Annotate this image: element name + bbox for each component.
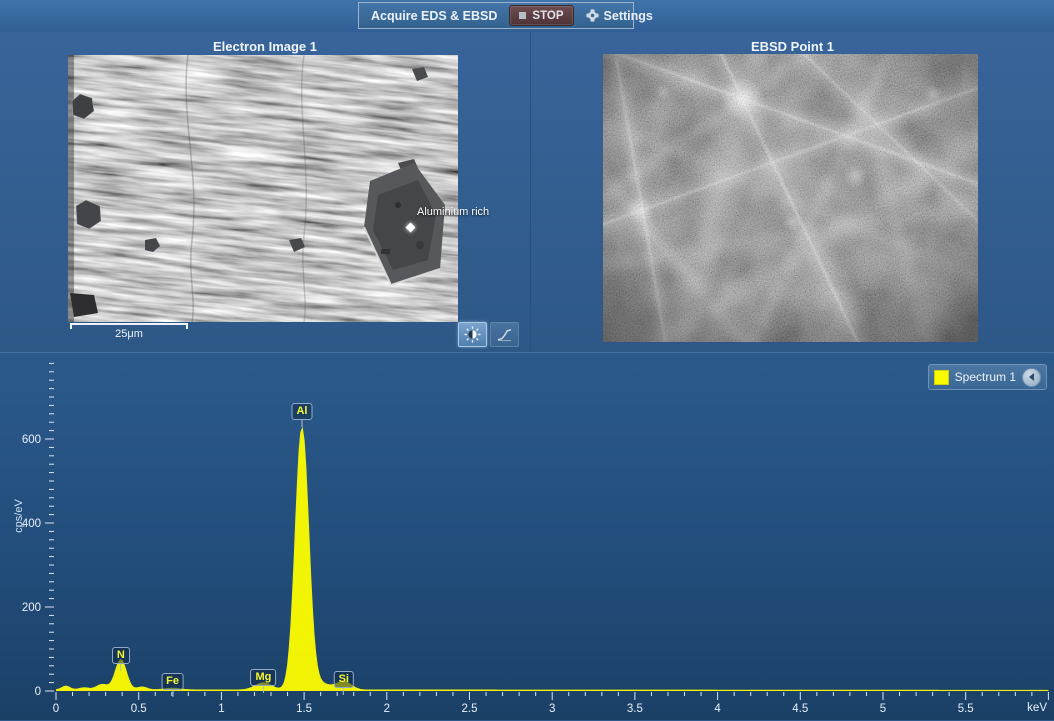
svg-text:2.5: 2.5: [462, 703, 478, 715]
legend-swatch: [934, 370, 949, 385]
ebsd-panel: EBSD Point 1: [531, 32, 1054, 352]
x-axis-tick-labels: 0 0.5 1 1.5 2 2.5 3 3.5 4 4.5 5 5.5: [53, 703, 974, 715]
element-label-tail: [172, 690, 173, 697]
svg-text:1: 1: [218, 703, 224, 715]
element-symbol: Al: [291, 403, 312, 420]
svg-text:600: 600: [22, 434, 41, 446]
element-label-Fe: Fe: [161, 673, 184, 697]
ebsd-pattern-image: [603, 54, 978, 342]
spectrum-trace: [56, 429, 1048, 691]
histogram-curve-icon: [496, 327, 513, 342]
element-symbol: Fe: [161, 673, 184, 690]
brightness-contrast-button[interactable]: [458, 322, 487, 347]
svg-text:4: 4: [714, 703, 721, 715]
gear-icon: [586, 9, 599, 22]
svg-text:200: 200: [22, 602, 41, 614]
element-label-tail: [343, 688, 344, 695]
kikuchi-pattern: [603, 54, 978, 342]
x-axis-unit-label: keV: [1027, 702, 1047, 714]
y-axis-title: cps/eV: [13, 496, 25, 536]
svg-text:2: 2: [384, 703, 390, 715]
brightness-contrast-icon: [464, 326, 481, 343]
svg-text:3.5: 3.5: [627, 703, 643, 715]
svg-text:0: 0: [35, 686, 41, 698]
electron-image-title: Electron Image 1: [0, 39, 530, 54]
element-label-tail: [301, 420, 302, 427]
element-label-tail: [263, 686, 264, 693]
element-label-tail: [120, 664, 121, 671]
histogram-curve-button[interactable]: [490, 322, 519, 347]
element-label-Mg: Mg: [250, 669, 276, 693]
settings-button[interactable]: Settings: [586, 9, 653, 23]
element-label-Si: Si: [334, 671, 354, 695]
svg-text:4.5: 4.5: [792, 703, 808, 715]
ebsd-title: EBSD Point 1: [531, 39, 1054, 54]
spectrum-plot[interactable]: 00.511.522.533.544.555.50200400600: [0, 353, 1054, 721]
y-axis-ticks: [45, 363, 54, 691]
element-symbol: Mg: [250, 669, 276, 686]
svg-text:5: 5: [880, 703, 886, 715]
acquire-eds-ebsd-button[interactable]: Acquire EDS & EBSD: [371, 9, 497, 23]
annotation-label: Aluminium rich: [417, 206, 489, 218]
electron-image-panel: Electron Image 1: [0, 32, 531, 352]
element-symbol: N: [112, 647, 130, 664]
stop-button[interactable]: STOP: [509, 5, 573, 26]
element-symbol: Si: [334, 671, 354, 688]
image-panels-row: Electron Image 1: [0, 32, 1054, 353]
element-label-N: N: [112, 647, 130, 671]
element-label-Al: Al: [291, 403, 312, 427]
legend-collapse-button[interactable]: [1022, 368, 1041, 387]
legend-label: Spectrum 1: [955, 370, 1016, 384]
stop-square-icon: [519, 12, 526, 19]
image-tools: [458, 322, 519, 347]
acquisition-toolbar-group: Acquire EDS & EBSD STOP Settings: [358, 2, 634, 29]
settings-button-label: Settings: [604, 9, 653, 23]
sem-micrograph: [68, 55, 458, 322]
y-axis-tick-labels: 0200400600: [22, 434, 41, 698]
top-toolbar: Acquire EDS & EBSD STOP Settings: [0, 0, 1054, 33]
svg-text:0: 0: [53, 703, 59, 715]
svg-text:5.5: 5.5: [958, 703, 974, 715]
chevron-left-icon: [1029, 373, 1034, 381]
svg-text:0.5: 0.5: [131, 703, 147, 715]
scale-bar-label: 25μm: [70, 328, 188, 340]
spectrum-panel: 00.511.522.533.544.555.50200400600 cps/e…: [0, 352, 1054, 720]
svg-text:1.5: 1.5: [296, 703, 312, 715]
spectrum-legend[interactable]: Spectrum 1: [928, 364, 1047, 390]
electron-image[interactable]: [68, 55, 458, 322]
svg-text:3: 3: [549, 703, 555, 715]
x-axis-ticks: [56, 692, 1048, 700]
stop-button-label: STOP: [532, 10, 563, 22]
